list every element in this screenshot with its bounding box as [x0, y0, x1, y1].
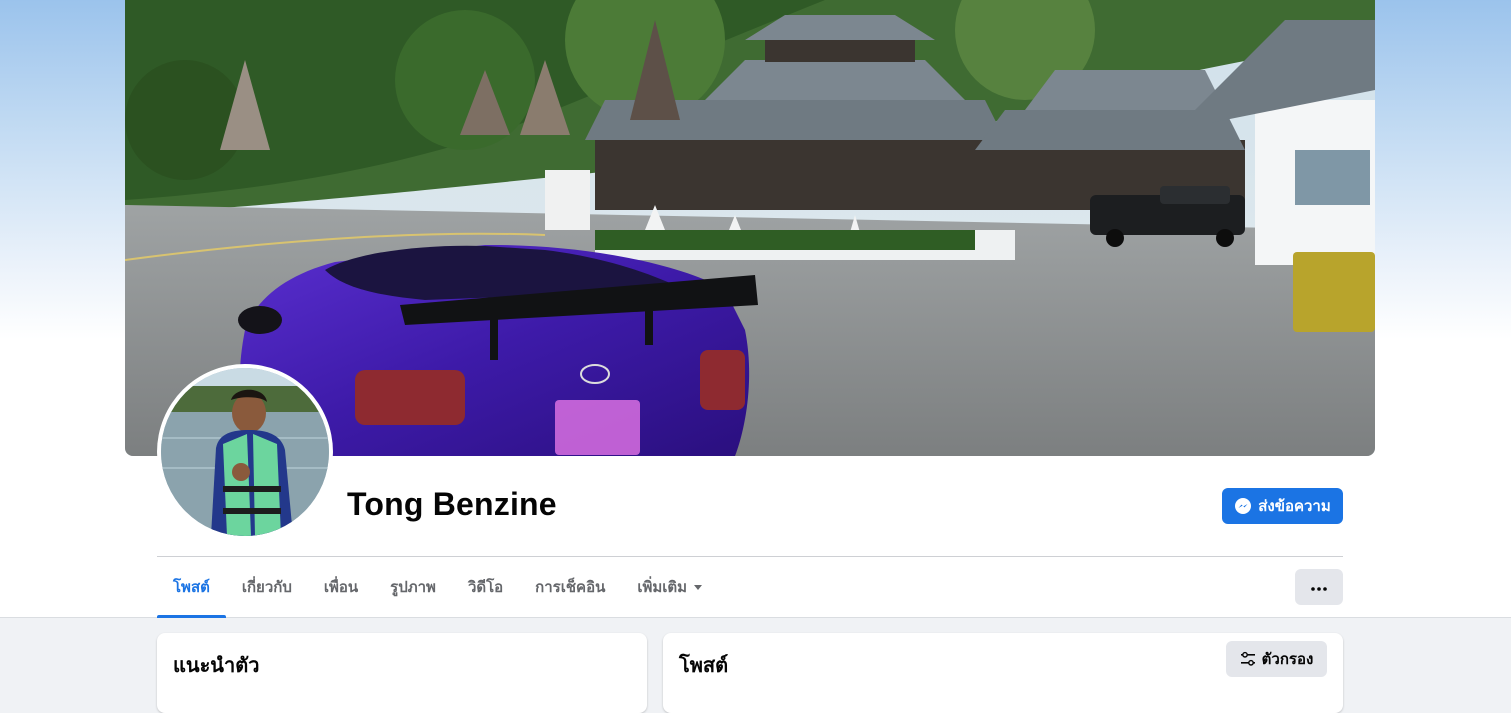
tab-more[interactable]: เพิ่มเติม: [621, 557, 719, 617]
send-message-button[interactable]: ส่งข้อความ: [1222, 488, 1343, 524]
cover-photo[interactable]: [125, 0, 1375, 456]
posts-card-title: โพสต์: [679, 655, 729, 677]
intro-card-title: แนะนำตัว: [173, 655, 260, 677]
profile-name: Tong Benzine: [347, 486, 557, 522]
more-horizontal-icon: [1311, 578, 1327, 596]
send-message-label: ส่งข้อความ: [1258, 498, 1331, 515]
filter-button[interactable]: ตัวกรอง: [1226, 641, 1327, 677]
cover-photo-image: [125, 0, 1375, 456]
tab-checkins-label: การเช็คอิน: [535, 579, 606, 596]
intro-card: แนะนำตัว: [157, 633, 647, 713]
messenger-icon: [1234, 497, 1252, 515]
tab-about-label: เกี่ยวกับ: [241, 579, 292, 596]
filter-label: ตัวกรอง: [1261, 651, 1314, 668]
tab-videos-label: วิดีโอ: [467, 579, 504, 596]
tab-videos[interactable]: วิดีโอ: [452, 557, 519, 617]
filter-sliders-icon: [1240, 651, 1256, 667]
tab-photos[interactable]: รูปภาพ: [374, 557, 452, 617]
tab-posts[interactable]: โพสต์: [157, 557, 226, 618]
profile-avatar-image: [161, 368, 329, 536]
tab-friends-label: เพื่อน: [323, 579, 359, 596]
profile-tabs: โพสต์ เกี่ยวกับ เพื่อน รูปภาพ วิดีโอ การ…: [157, 557, 719, 618]
profile-options-button[interactable]: [1295, 569, 1343, 605]
tab-friends[interactable]: เพื่อน: [308, 557, 374, 617]
profile-header: Tong Benzine ส่งข้อความ โพสต์ เกี่ยวกับ …: [0, 0, 1511, 618]
tab-posts-label: โพสต์: [173, 579, 210, 596]
tab-about[interactable]: เกี่ยวกับ: [226, 557, 308, 617]
caret-down-icon: [693, 582, 703, 592]
tab-more-label: เพิ่มเติม: [637, 579, 688, 596]
tab-checkins[interactable]: การเช็คอิน: [519, 557, 621, 617]
tab-photos-label: รูปภาพ: [390, 579, 436, 596]
posts-card: โพสต์ ตัวกรอง: [663, 633, 1343, 713]
profile-avatar[interactable]: [157, 364, 333, 540]
